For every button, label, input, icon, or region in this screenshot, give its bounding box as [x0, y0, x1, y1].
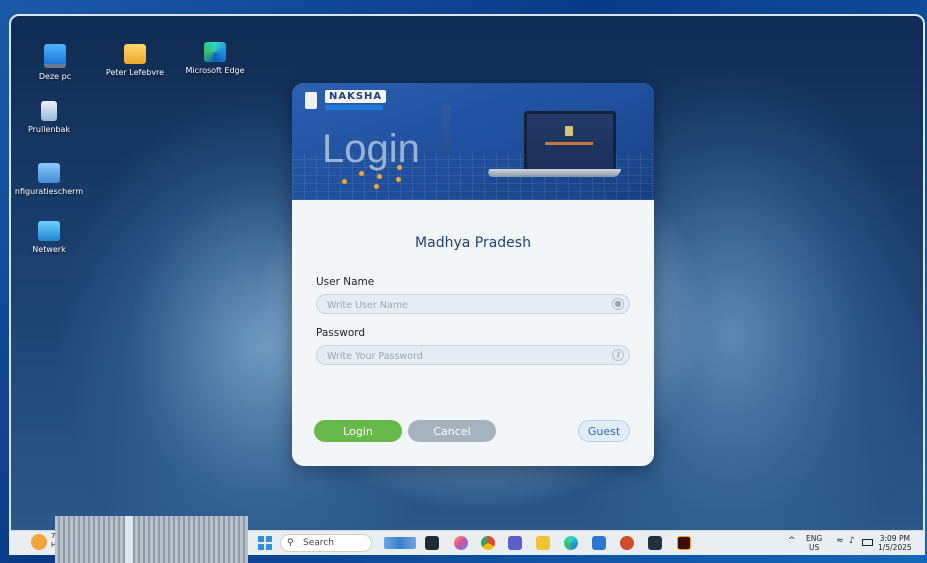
recycle-bin-icon [41, 101, 57, 121]
map-pin-icon [397, 165, 402, 170]
search-icon: ⚲ [287, 538, 294, 548]
widgets-icon[interactable] [384, 537, 416, 549]
cancel-button[interactable]: Cancel [408, 420, 496, 442]
state-title: Madhya Pradesh [415, 235, 531, 251]
desktop-icon-label: Microsoft Edge [185, 66, 245, 75]
naksha-logo-subtitle [325, 105, 383, 110]
language-indicator[interactable]: ENG US [806, 534, 822, 552]
wifi-icon[interactable]: ≈ [836, 537, 844, 546]
edge-taskbar-icon[interactable] [564, 536, 578, 550]
password-field[interactable]: ⚷ [316, 345, 630, 365]
network-icon [38, 221, 60, 241]
user-folder-icon [124, 44, 146, 64]
tower-icon [442, 105, 450, 155]
desktop-icon-label: Peter Lefebvre [105, 68, 165, 77]
teams-icon[interactable] [508, 536, 522, 550]
login-button[interactable]: Login [314, 420, 402, 442]
computer-icon [44, 44, 66, 68]
laptop-screen-text [545, 142, 593, 145]
date: 1/5/2025 [878, 543, 912, 552]
naksha-logo: NAKSHA [325, 90, 387, 103]
password-label: Password [316, 327, 366, 339]
laptop-emblem-icon [565, 126, 573, 136]
search-label: Search [303, 538, 334, 548]
map-pin-icon [359, 171, 364, 176]
windows-start-icon[interactable] [258, 536, 272, 550]
clock[interactable]: 3:09 PM 1/5/2025 [878, 534, 912, 552]
app-icon[interactable] [648, 536, 662, 550]
language: ENG [806, 534, 823, 543]
username-input[interactable] [325, 297, 599, 313]
user-icon: ● [612, 298, 624, 310]
username-field[interactable]: ● [316, 294, 630, 314]
volume-icon[interactable]: ♪ [849, 537, 855, 546]
desktop-icon-user-folder[interactable]: Peter Lefebvre [95, 44, 175, 77]
password-input[interactable] [325, 348, 599, 364]
map-pin-icon [377, 174, 382, 179]
file-explorer-icon[interactable] [536, 536, 550, 550]
desktop-icon-label: Netwerk [32, 245, 66, 254]
key-icon: ⚷ [612, 349, 624, 361]
edge-icon [204, 42, 226, 62]
login-dialog: NAKSHA Login Madhya Pradesh User Name ● … [292, 83, 654, 466]
banner-title: Login [322, 127, 420, 171]
map-pin-icon [396, 177, 401, 182]
desktop-icon-this-pc[interactable]: Deze pc [15, 44, 95, 81]
map-pin-icon [342, 179, 347, 184]
battery-icon[interactable] [862, 539, 873, 546]
username-label: User Name [316, 276, 375, 288]
desktop-icon-label: Deze pc [38, 72, 72, 81]
laptop-illustration [524, 111, 616, 173]
desktop-icon-control-panel[interactable]: nfiguratiescherm [11, 163, 89, 196]
desktop-icon-label: Prullenbak [27, 125, 71, 134]
weather-icon[interactable] [31, 534, 47, 550]
time: 3:09 PM [879, 534, 910, 543]
map-pin-icon [374, 184, 379, 189]
buildings-photo-overlay [55, 516, 248, 563]
copilot-icon[interactable] [454, 536, 468, 550]
desktop-icon-recycle-bin[interactable]: Prullenbak [11, 101, 89, 134]
powerpoint-icon[interactable] [620, 536, 634, 550]
emblem-icon [305, 92, 317, 109]
desktop-icon-edge[interactable]: Microsoft Edge [175, 42, 255, 75]
store-icon[interactable] [592, 536, 606, 550]
login-banner: NAKSHA Login [292, 83, 654, 200]
desktop-icon-network[interactable]: Netwerk [11, 221, 89, 254]
taskbar-search[interactable]: ⚲ Search [280, 534, 372, 552]
tray-chevron-icon[interactable]: ^ [788, 537, 796, 546]
region: US [808, 543, 820, 552]
desktop-icon-label: nfiguratiescherm [14, 187, 84, 196]
chrome-icon[interactable] [481, 536, 495, 550]
laptop-base [486, 169, 622, 177]
guest-button[interactable]: Guest [578, 420, 630, 442]
task-view-icon[interactable] [425, 536, 439, 550]
illustrator-icon[interactable] [677, 536, 691, 550]
control-panel-icon [38, 163, 60, 183]
